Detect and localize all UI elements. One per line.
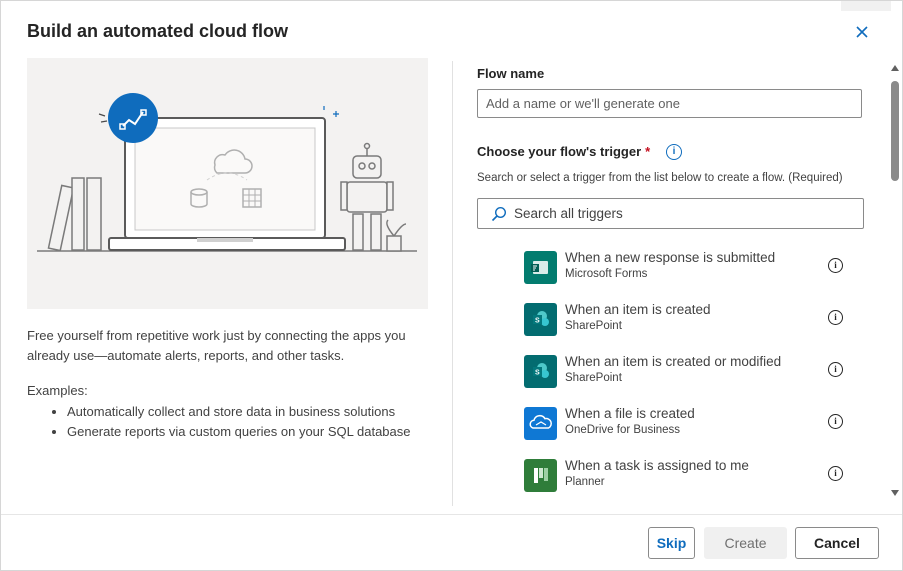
flow-description: Free yourself from repetitive work just …	[27, 328, 406, 363]
panel-divider	[452, 61, 453, 506]
flow-name-label: Flow name	[477, 66, 545, 81]
trigger-connector: OneDrive for Business	[565, 424, 681, 436]
trigger-label: Choose your flow's trigger *	[477, 144, 650, 159]
trigger-connector: Microsoft Forms	[565, 268, 648, 280]
example-item: Generate reports via custom queries on y…	[67, 422, 427, 442]
sharepoint-icon: S	[524, 355, 557, 388]
footer-divider	[1, 514, 902, 515]
trigger-item-sharepoint-created-modified[interactable]: S When an item is created or modified Sh…	[524, 354, 854, 395]
scroll-up-arrow-icon[interactable]	[891, 65, 899, 71]
trigger-info-icon[interactable]: i	[828, 466, 843, 481]
search-placeholder: Search all triggers	[514, 206, 623, 221]
examples-list: Automatically collect and store data in …	[27, 402, 427, 442]
trigger-search-input[interactable]: Search all triggers	[477, 198, 864, 229]
examples-label: Examples:	[27, 383, 88, 398]
trigger-info-icon[interactable]: i	[828, 258, 843, 273]
scroll-down-arrow-icon[interactable]	[891, 490, 899, 496]
forms-icon	[524, 251, 557, 284]
scroll-thumb[interactable]	[891, 81, 899, 181]
flow-name-input[interactable]	[477, 89, 862, 118]
trigger-list-scrollbar[interactable]	[888, 61, 902, 501]
dialog-title: Build an automated cloud flow	[27, 21, 288, 41]
trigger-connector: SharePoint	[565, 372, 622, 384]
trigger-name: When an item is created	[565, 302, 711, 317]
skip-button[interactable]: Skip	[648, 527, 695, 559]
trigger-label-text: Choose your flow's trigger	[477, 144, 642, 159]
trigger-item-onedrive-file-created[interactable]: When a file is created OneDrive for Busi…	[524, 406, 854, 447]
trigger-name: When a file is created	[565, 406, 695, 421]
trigger-name: When a task is assigned to me	[565, 458, 749, 473]
trigger-help-text: Search or select a trigger from the list…	[477, 172, 843, 184]
flow-illustration	[27, 58, 428, 309]
trigger-connector: SharePoint	[565, 320, 622, 332]
trigger-name: When an item is created or modified	[565, 354, 782, 369]
create-button[interactable]: Create	[704, 527, 787, 559]
trigger-connector: Planner	[565, 476, 605, 488]
required-marker: *	[645, 144, 651, 159]
onedrive-icon	[524, 407, 557, 440]
trigger-item-planner-task-assigned[interactable]: When a task is assigned to me Planner i	[524, 458, 854, 499]
search-icon	[491, 206, 507, 222]
trigger-info-icon[interactable]: i	[828, 310, 843, 325]
create-flow-dialog: Build an automated cloud flow Free yours…	[0, 0, 903, 571]
laptop-illustration	[37, 93, 417, 252]
trigger-info-icon[interactable]: i	[666, 144, 682, 160]
sharepoint-icon: S	[524, 303, 557, 336]
trigger-name: When a new response is submitted	[565, 250, 776, 265]
example-item: Automatically collect and store data in …	[67, 402, 427, 422]
trigger-item-forms-new-response[interactable]: When a new response is submitted Microso…	[524, 250, 854, 291]
dialog-corner	[841, 1, 891, 11]
trigger-info-icon[interactable]: i	[828, 414, 843, 429]
planner-icon	[524, 459, 557, 492]
svg-text:S: S	[535, 370, 540, 377]
close-icon[interactable]	[853, 23, 871, 41]
trigger-item-sharepoint-created[interactable]: S When an item is created SharePoint i	[524, 302, 854, 343]
cancel-button[interactable]: Cancel	[795, 527, 879, 559]
trigger-info-icon[interactable]: i	[828, 362, 843, 377]
svg-text:S: S	[535, 318, 540, 325]
